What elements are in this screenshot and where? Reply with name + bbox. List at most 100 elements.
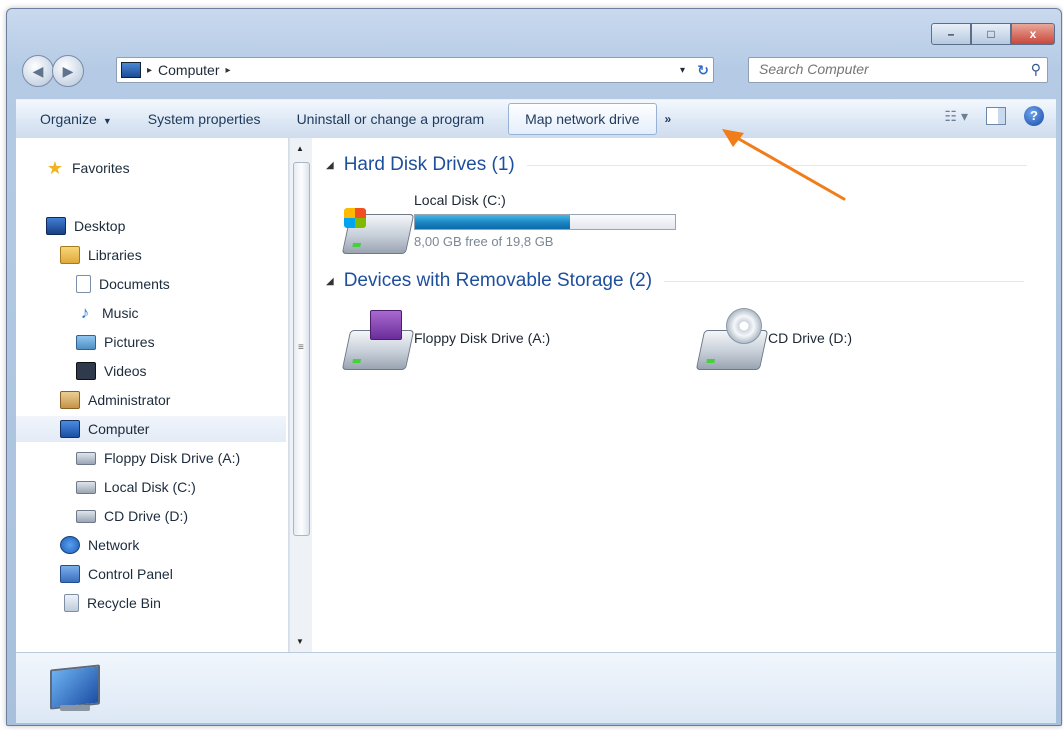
nav-item-label: Local Disk (C:)	[104, 479, 196, 495]
group-header-removable[interactable]: ◢ Devices with Removable Storage (2)	[326, 270, 1025, 292]
preview-pane-icon[interactable]	[986, 107, 1006, 125]
navigation-row: ◀ ▶ ▸ Computer ▸ ▾ ↻ ⚲	[16, 53, 1056, 87]
nav-item-label: Music	[102, 305, 139, 321]
nav-scrollbar[interactable]: ▲ ≡ ▼	[289, 138, 312, 652]
nav-item-documents[interactable]: Documents	[76, 271, 170, 297]
nav-item-videos[interactable]: Videos	[76, 358, 147, 384]
nav-item-recycle-bin[interactable]: Recycle Bin	[64, 590, 161, 616]
maximize-button[interactable]: □	[971, 23, 1011, 45]
drive-led	[352, 243, 362, 247]
nav-item-label: Network	[88, 537, 140, 553]
nav-item-label: Computer	[88, 421, 150, 437]
scroll-grip-icon: ≡	[298, 342, 304, 353]
nav-item-computer[interactable]: Computer	[16, 416, 286, 442]
windows-logo-icon	[344, 208, 366, 228]
nav-item-label: Desktop	[74, 218, 126, 234]
back-button[interactable]: ◀	[22, 55, 54, 87]
nav-item-libraries[interactable]: Libraries	[60, 242, 142, 268]
navigation-pane: ★ Favorites Desktop Libraries Documents ♪…	[16, 138, 289, 652]
organize-label: Organize	[40, 111, 97, 127]
nav-item-music[interactable]: ♪ Music	[76, 300, 139, 326]
floppy-drive-icon	[76, 451, 96, 465]
recycle-bin-icon	[64, 594, 79, 612]
nav-item-cd-drive[interactable]: CD Drive (D:)	[76, 503, 188, 529]
nav-item-pictures[interactable]: Pictures	[76, 329, 155, 355]
back-arrow-icon: ◀	[32, 62, 44, 79]
window-controls: – □ x	[931, 23, 1055, 45]
disk-usage-fill	[415, 215, 570, 229]
collapse-icon[interactable]: ◢	[326, 276, 334, 287]
chevron-down-icon: ▼	[102, 116, 112, 126]
drive-name: Local Disk (C:)	[414, 192, 506, 208]
nav-item-label: Recycle Bin	[87, 595, 161, 611]
refresh-icon[interactable]: ↻	[697, 62, 709, 79]
command-bar: Organize ▼ System properties Uninstall or…	[16, 99, 1056, 139]
nav-item-label: Favorites	[72, 160, 130, 176]
computer-icon	[60, 420, 80, 438]
uninstall-program-button[interactable]: Uninstall or change a program	[279, 104, 503, 134]
nav-item-administrator[interactable]: Administrator	[60, 387, 170, 413]
system-properties-button[interactable]: System properties	[130, 104, 279, 134]
drive-free-space: 8,00 GB free of 19,8 GB	[414, 234, 554, 249]
pictures-icon	[76, 334, 96, 350]
scroll-down-icon[interactable]: ▼	[296, 637, 304, 646]
nav-item-label: CD Drive (D:)	[104, 508, 188, 524]
nav-item-label: Pictures	[104, 334, 155, 350]
address-bar[interactable]: ▸ Computer ▸ ▾ ↻	[116, 57, 714, 83]
group-title: Devices with Removable Storage (2)	[343, 270, 653, 291]
content-pane: ◢ Hard Disk Drives (1) Local Disk (C:) 8…	[312, 138, 1056, 652]
music-icon: ♪	[80, 303, 90, 322]
nav-item-label: Administrator	[88, 392, 171, 408]
close-button[interactable]: x	[1011, 23, 1055, 45]
map-network-drive-button[interactable]: Map network drive	[508, 103, 657, 135]
cd-drive-icon	[76, 509, 96, 523]
group-divider	[526, 164, 1027, 166]
nav-item-control-panel[interactable]: Control Panel	[60, 561, 173, 587]
disk-usage-bar	[414, 214, 676, 230]
scroll-up-icon[interactable]: ▲	[296, 144, 304, 153]
nav-item-favorites[interactable]: ★ Favorites	[46, 155, 130, 181]
desktop-icon	[46, 217, 66, 235]
nav-item-desktop[interactable]: Desktop	[46, 213, 125, 239]
drive-led	[706, 359, 716, 363]
nav-item-label: Floppy Disk Drive (A:)	[104, 450, 241, 466]
search-box[interactable]: ⚲	[748, 57, 1048, 83]
breadcrumb-separator[interactable]: ▸	[147, 65, 152, 76]
help-icon[interactable]: ?	[1024, 106, 1044, 126]
hard-disk-icon	[76, 480, 96, 494]
breadcrumb-separator[interactable]: ▸	[226, 65, 231, 76]
details-pane	[16, 652, 1056, 723]
search-icon[interactable]: ⚲	[1031, 61, 1041, 78]
network-icon	[60, 536, 80, 554]
videos-icon	[76, 362, 96, 380]
forward-button[interactable]: ▶	[52, 55, 84, 87]
nav-item-label: Videos	[104, 363, 147, 379]
computer-stand	[60, 705, 90, 711]
nav-item-label: Documents	[99, 276, 170, 292]
libraries-icon	[60, 246, 80, 264]
minimize-button[interactable]: –	[931, 23, 971, 45]
change-view-icon[interactable]: ☷ ▾	[945, 108, 968, 125]
user-folder-icon	[60, 391, 80, 409]
nav-item-local-disk[interactable]: Local Disk (C:)	[76, 474, 196, 500]
more-commands-button[interactable]: »	[657, 104, 680, 134]
nav-item-network[interactable]: Network	[60, 532, 139, 558]
drive-name: Floppy Disk Drive (A:)	[414, 330, 551, 346]
floppy-disk-icon	[370, 310, 402, 340]
address-dropdown-icon[interactable]: ▾	[680, 65, 685, 76]
computer-icon	[50, 664, 100, 710]
breadcrumb-computer[interactable]: Computer	[158, 62, 219, 78]
computer-icon	[121, 62, 141, 78]
collapse-icon[interactable]: ◢	[326, 160, 334, 171]
forward-arrow-icon: ▶	[62, 62, 74, 79]
group-header-hard-disks[interactable]: ◢ Hard Disk Drives (1)	[326, 154, 1027, 176]
search-input[interactable]	[749, 58, 1009, 80]
group-divider	[664, 280, 1025, 282]
nav-item-label: Control Panel	[88, 566, 173, 582]
cd-disc-icon	[726, 308, 762, 344]
view-tools: ☷ ▾ ?	[945, 106, 1044, 126]
organize-button[interactable]: Organize ▼	[16, 104, 130, 134]
nav-item-floppy-drive[interactable]: Floppy Disk Drive (A:)	[76, 445, 240, 471]
nav-item-label: Libraries	[88, 247, 142, 263]
control-panel-icon	[60, 565, 80, 583]
